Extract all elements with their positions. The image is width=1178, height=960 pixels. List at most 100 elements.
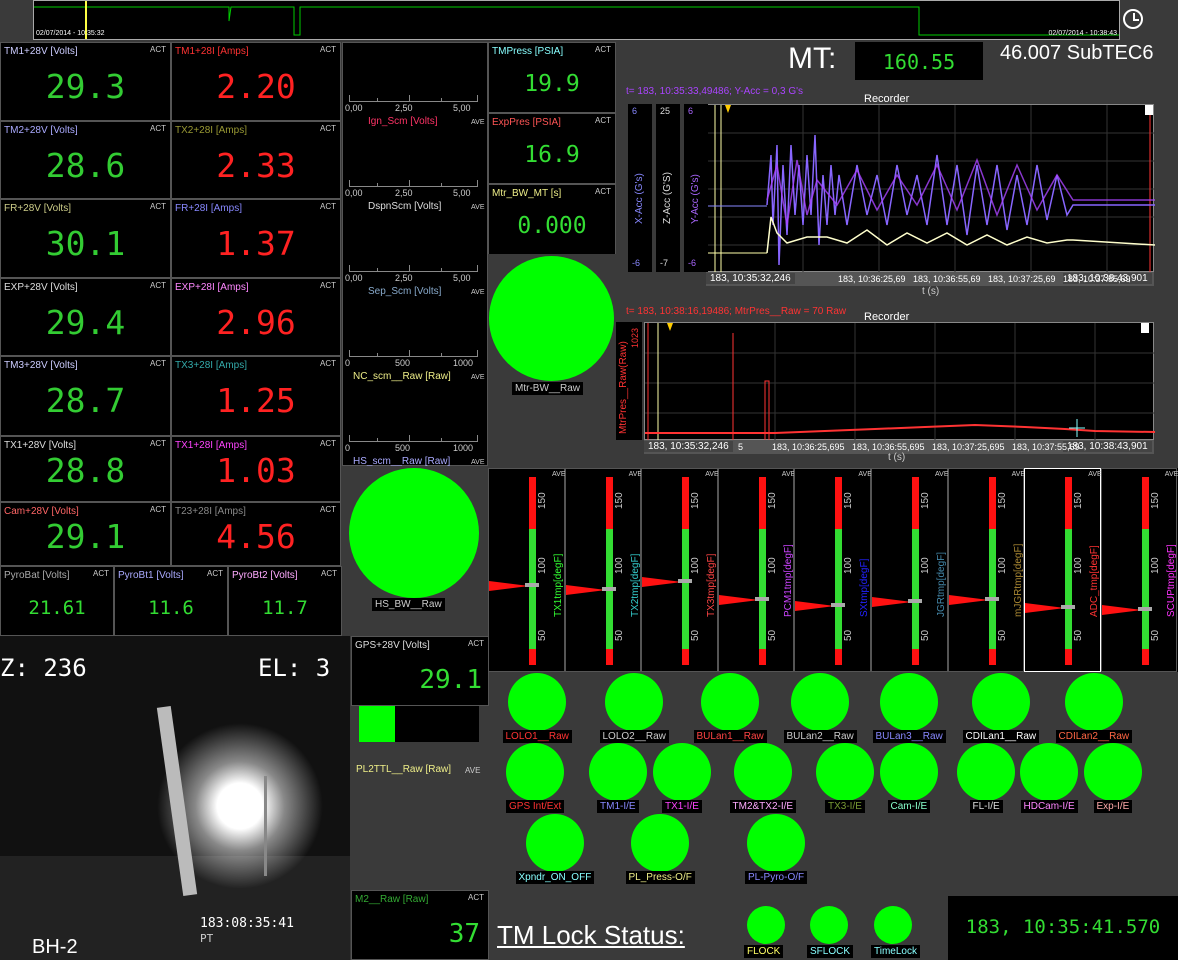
recorder-mtrpres[interactable]: t= 183, 10:38:16,19486; MtrPres__Raw = 7… <box>616 300 1162 466</box>
gauge-tick: 150 <box>613 492 625 509</box>
pressure-value: 16.9 <box>524 142 580 168</box>
temp-gauge: AVE 150 100 50 TX2tmp[degF] <box>564 468 642 672</box>
bar-label: NC_scm__Raw [Raw] <box>353 371 451 382</box>
recorder1-plot[interactable] <box>706 104 1156 273</box>
video-timestamp: 183:08:35:41 <box>200 916 294 931</box>
pyro-value: 11.6 <box>148 597 194 619</box>
tm-lock-title: TM Lock Status: <box>497 920 685 950</box>
bar-tick: 0,00 <box>345 273 363 283</box>
status-led <box>747 814 805 872</box>
pyro-value: 21.61 <box>28 597 86 619</box>
recorder1-yaxis: 6 -6 X-Acc (G's) <box>628 104 652 272</box>
gauge-tick: 150 <box>920 492 931 509</box>
recorder2-tick: 183, 10:37:25,695 <box>932 442 1005 452</box>
bar-tick: 0,00 <box>345 188 363 198</box>
pyro-label: PyroBat [Volts] <box>4 570 70 581</box>
video-camera-id: BH-2 <box>32 936 78 958</box>
lock-led-label: SFLOCK <box>807 945 854 958</box>
meter-value: 30.1 <box>45 224 126 263</box>
status-led <box>605 673 663 731</box>
meter-value: 2.20 <box>216 67 296 106</box>
recorder1-tick: 183, 10:36:55,69 <box>913 274 981 284</box>
top-timeline[interactable]: 02/07/2014 - 10:35:32 02/07/2014 - 10:38… <box>33 0 1120 40</box>
pyro-label: PyroBt1 [Volts] <box>118 570 184 581</box>
gauge-label: TX2tmp[degF] <box>629 553 641 617</box>
status-led-label: CDILan2__Raw <box>1055 730 1133 743</box>
bar-tick: 1000 <box>453 443 474 453</box>
bar-ave: AVE <box>471 204 485 211</box>
gauge-label: JGRtmp[degF] <box>936 551 947 617</box>
mtr-bw-led-panel: Mtr-BW__Raw <box>488 254 616 466</box>
status-led <box>508 673 566 731</box>
gauge-ave: AVE <box>705 471 719 478</box>
status-led-label: PL-Pyro-O/F <box>745 871 808 884</box>
meter-label: TM1+28V [Volts] <box>4 46 78 57</box>
video-elevation: EL: 3 <box>258 654 331 682</box>
recorder1-tick: 183, 10:37:25,69 <box>988 274 1056 284</box>
lock-led-label: TimeLock <box>871 945 920 958</box>
meter-panel: EXP+28V [Volts] ACT 29.4 <box>0 278 171 356</box>
meter-value: 28.6 <box>45 146 126 185</box>
pressure-label: Mtr_BW_MT [s] <box>492 188 562 199</box>
status-led-label: LOLO1__Raw <box>502 730 572 743</box>
gauge-label: TX1tmp[degF] <box>553 553 564 617</box>
pyro-meter: PyroBt1 [Volts] ACT 11.6 <box>114 566 228 636</box>
pyro-meter: PyroBt2 [Volts] ACT 11.7 <box>228 566 342 636</box>
meter-value: 2.33 <box>216 146 296 185</box>
meter-label: TM2+28V [Volts] <box>4 125 78 136</box>
meter-act: ACT <box>320 359 336 368</box>
meter-act: ACT <box>320 124 336 133</box>
temp-gauge: AVE 150 100 50 TX3tmp[degF] <box>641 468 719 672</box>
recorder2-trace <box>645 323 1156 442</box>
gauge-tick: 150 <box>1073 492 1085 509</box>
recorder1-tick: 183, 10:36:25,69 <box>838 274 906 284</box>
recorder2-start: 183, 10:35:32,246 <box>644 441 733 452</box>
clock-icon[interactable] <box>1123 9 1143 29</box>
gauge-ave: AVE <box>552 471 566 478</box>
yaxis-top: 6 <box>632 106 638 116</box>
pyro-act: ACT <box>93 569 109 578</box>
gauge-tick: 50 <box>996 629 1008 641</box>
pl2ttl-fill <box>359 706 395 742</box>
gauge-ave: AVE <box>858 471 872 478</box>
status-led-label: TX1-I/E <box>662 800 702 813</box>
mtr-bw-label: Mtr-BW__Raw <box>512 382 584 395</box>
bar-tick: 500 <box>395 358 411 368</box>
recorder-accel[interactable]: t= 183, 10:35:33,49486; Y-Acc = 0,3 G's … <box>616 82 1162 300</box>
recorder2-plot[interactable] <box>644 322 1156 442</box>
gauge-tick: 50 <box>920 629 931 641</box>
status-led <box>816 743 874 801</box>
status-led <box>526 814 584 872</box>
meter-label: Cam+28V [Volts] <box>4 506 79 517</box>
video-feed[interactable]: Z: 236 EL: 3 183:08:35:41 PT BH-2 <box>0 636 350 960</box>
meter-label: EXP+28V [Volts] <box>4 282 78 293</box>
gauge-tick: 100 <box>920 557 931 574</box>
temp-gauge: AVE 150 100 50 mJGRtmp[degF] <box>947 468 1025 672</box>
temperature-gauges: AVE 150 100 50 TX1tmp[degF] AVE 150 100 50 TX2tmp… <box>488 468 1178 672</box>
status-led-label: LOLO2__Raw <box>599 730 669 743</box>
gauge-tick: 50 <box>537 629 548 641</box>
meter-panel: TM2+28V [Volts] ACT 28.6 <box>0 121 171 199</box>
timeline-end: 02/07/2014 - 10:38:43 <box>1048 30 1117 37</box>
bar-tick: 500 <box>395 443 411 453</box>
video-timestamp-2: PT <box>200 932 214 945</box>
recorder1-yaxis: 6 -6 Y-Acc (G's) <box>684 104 708 272</box>
video-azimuth: Z: 236 <box>0 654 87 682</box>
gauge-ave: AVE <box>1164 471 1178 478</box>
yaxis-bottom: -6 <box>688 258 697 268</box>
meter-label: FR+28I [Amps] <box>175 203 242 214</box>
pressure-meter: TMPress [PSIA] ACT 19.9 <box>488 42 616 113</box>
meter-panel: Cam+28V [Volts] ACT 29.1 <box>0 502 171 566</box>
pyro-act: ACT <box>207 569 223 578</box>
pressure-meter: ExpPres [PSIA] ACT 16.9 <box>488 113 616 184</box>
bar-tick: 2,50 <box>395 188 413 198</box>
gauge-tick: 150 <box>766 492 778 509</box>
pressure-act: ACT <box>595 187 611 196</box>
gauge-label: SXtmp[degF] <box>859 558 871 617</box>
gauge-label: PCM1tmp[degF] <box>782 544 794 617</box>
meter-panel: FR+28V [Volts] ACT 30.1 <box>0 199 171 278</box>
yaxis-label: X-Acc (G's) <box>634 173 645 224</box>
gauge-tick: 50 <box>613 629 625 641</box>
hs-bw-led <box>349 468 479 598</box>
gauge-tick: 100 <box>1149 557 1161 574</box>
